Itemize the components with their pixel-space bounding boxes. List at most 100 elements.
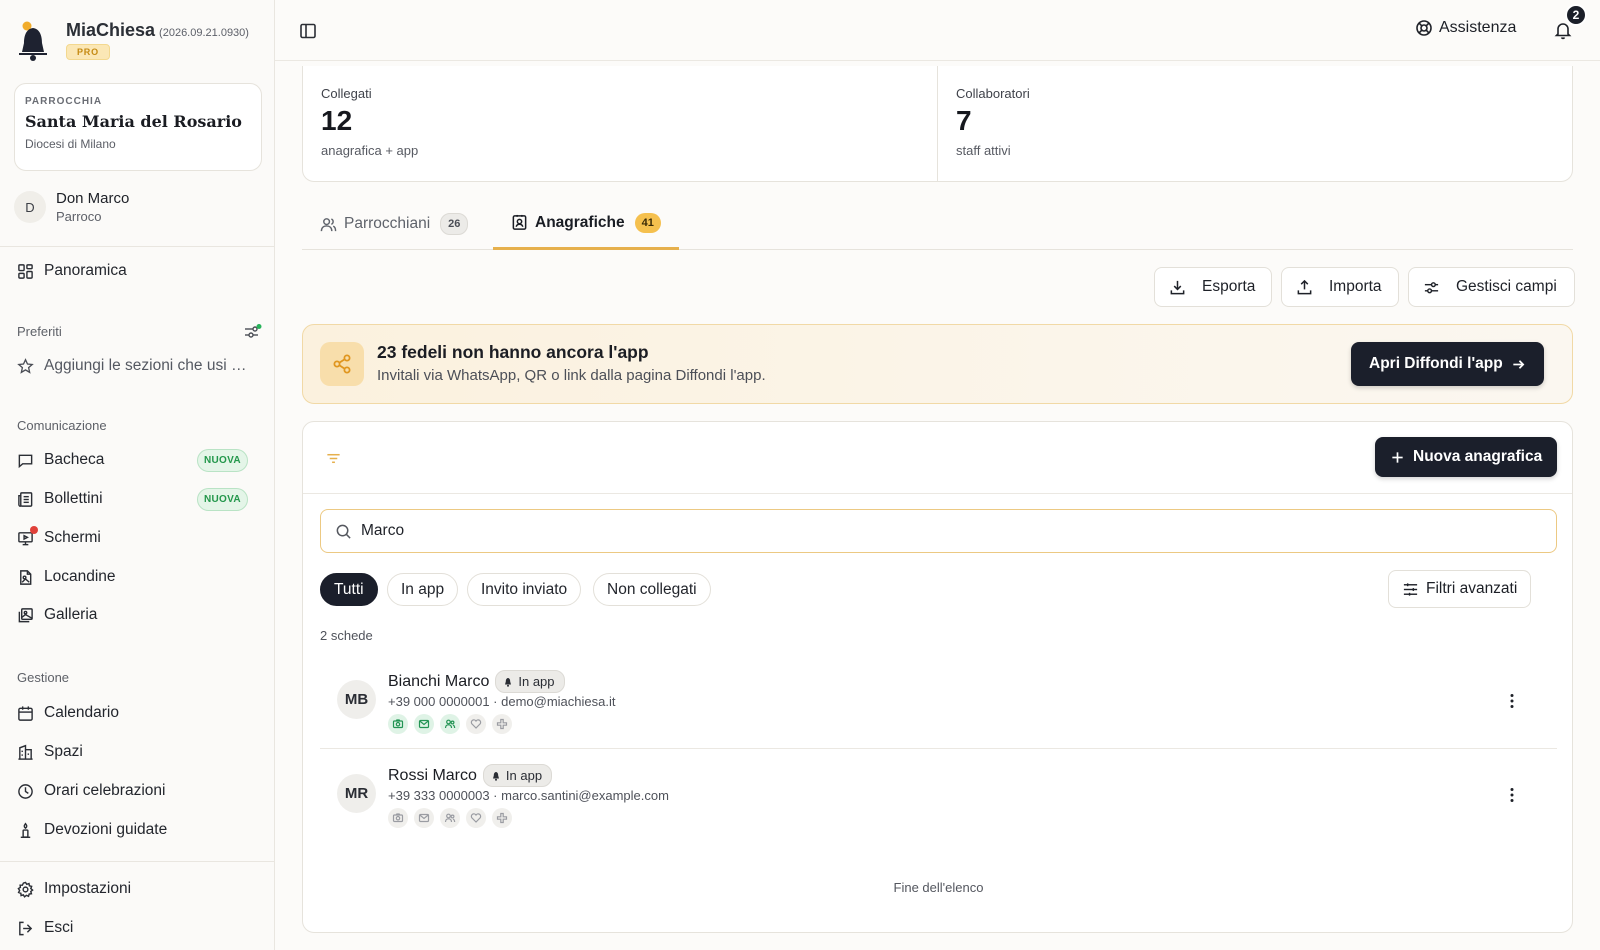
stat-label: Collegati [321,86,372,101]
new-badge: NUOVA [197,488,248,511]
sidebar-item-logout[interactable]: Esci [17,916,257,940]
more-vertical-icon[interactable] [1503,692,1521,710]
stats-panel: Collegati 12 anagrafica + app Collaborat… [302,66,1573,182]
newspaper-icon [18,491,33,507]
sidebar-item-label: Calendario [44,704,119,721]
stat-collaboratori: Collaboratori 7 staff attivi [937,66,1572,181]
sidebar-item-bollettini[interactable]: Bollettini NUOVA [17,487,257,511]
sidebar-item-schermi[interactable]: Schermi [17,525,257,550]
table-row[interactable]: MB Bianchi Marco In app +39 000 0000001 … [320,656,1557,748]
banner-subtitle: Invitali via WhatsApp, QR o link dalla p… [377,367,766,384]
app-version: (2026.09.21.0930) [159,27,249,39]
export-button[interactable]: Esporta [1154,267,1272,307]
sidebar: MiaChiesa (2026.09.21.0930) PRO PARROCCHI… [0,0,275,950]
chip-not-linked[interactable]: Non collegati [593,573,711,606]
open-diffondi-label: Apri Diffondi l'app [1369,355,1503,372]
alert-dot [30,525,38,534]
tab-count: 41 [634,212,661,233]
sidebar-item-label: Esci [44,919,74,936]
photo-consent-icon [388,714,408,734]
results-count: 2 schede [320,628,373,643]
topbar: Assistenza 2 [275,0,1600,61]
logout-icon [19,921,33,935]
bell-logo-icon [19,21,47,61]
brand[interactable]: MiaChiesa (2026.09.21.0930) PRO [16,20,249,62]
sidebar-item-label: Panoramica [44,262,127,279]
filter-lines-icon[interactable] [325,450,342,467]
star-icon [17,357,34,374]
photo-consent-icon [388,808,408,828]
message-square-icon [18,454,33,468]
candle-icon [20,822,31,838]
user-role: Parroco [56,209,102,224]
filter-sliders-icon [1403,582,1418,596]
lifebuoy-icon [1416,20,1432,36]
chip-all[interactable]: Tutti [320,573,378,606]
parish-card[interactable]: PARROCCHIA Santa Maria del Rosario Dioce… [14,83,262,171]
search-field[interactable] [320,509,1557,553]
sidebar-toggle-icon[interactable] [299,22,317,40]
calendar-icon [18,705,33,721]
avatar: MB [337,680,376,719]
sidebar-item-locandine[interactable]: Locandine [17,565,257,589]
heart-icon [466,808,486,828]
stat-value: 7 [956,105,972,136]
export-label: Esporta [1202,278,1256,295]
user-profile[interactable]: D Don Marco Parroco [14,190,129,224]
tab-anagrafiche[interactable]: Anagrafiche 41 [493,198,679,250]
chip-invite-sent[interactable]: Invito inviato [467,573,582,606]
help-label: Assistenza [1439,19,1517,36]
sidebar-item-label: Bollettini [44,490,103,507]
search-input[interactable] [361,522,1511,540]
banner-icon-wrap [320,342,364,386]
tabs: Parrocchiani 26 Anagrafiche 41 [302,198,1573,250]
sidebar-item-calendario[interactable]: Calendario [17,701,257,725]
sidebar-item-devozioni[interactable]: Devozioni guidate [17,818,257,842]
open-diffondi-button[interactable]: Apri Diffondi l'app [1351,342,1544,386]
card-header: Nuova anagrafica [303,422,1572,494]
email-icon [414,808,434,828]
clock-icon [18,783,33,799]
sidebar-item-settings[interactable]: Impostazioni [17,877,257,901]
record-name-wrap: Bianchi Marco In app [388,670,565,693]
arrow-right-icon [1513,359,1525,369]
tab-parrocchiani[interactable]: Parrocchiani 26 [302,198,486,250]
table-row[interactable]: MR Rossi Marco In app +39 333 0000003 · … [320,750,1557,842]
manage-fields-button[interactable]: Gestisci campi [1408,267,1575,307]
favorites-hint[interactable]: Aggiungi le sezioni che usi di più [17,354,257,378]
sidebar-item-spazi[interactable]: Spazi [17,740,257,764]
record-name: Bianchi Marco [388,672,490,690]
more-vertical-icon[interactable] [1503,786,1521,804]
sidebar-item-orari[interactable]: Orari celebrazioni [17,779,257,803]
sidebar-item-bacheca[interactable]: Bacheca NUOVA [17,448,257,472]
new-record-button[interactable]: Nuova anagrafica [1375,437,1558,477]
status-badge: In app [495,670,565,693]
banner-title: 23 fedeli non hanno ancora l'app [377,342,649,362]
chip-in-app[interactable]: In app [387,573,459,606]
record-name-wrap: Rossi Marco In app [388,764,553,787]
bell-small-icon [492,771,499,781]
customize-favorites-icon[interactable] [244,324,262,340]
stat-value: 12 [321,105,353,136]
search-icon [336,524,351,539]
records-card: Nuova anagrafica Tutti In app Invito inv… [302,421,1573,933]
parish-name: Santa Maria del Rosario [25,112,242,131]
heart-icon [466,714,486,734]
stat-sub: staff attivi [956,143,1011,158]
sidebar-item-overview[interactable]: Panoramica [17,259,257,283]
bell-small-icon [505,677,512,687]
status-label: In app [518,674,555,689]
new-record-label: Nuova anagrafica [1413,448,1543,465]
import-button[interactable]: Importa [1281,267,1399,307]
share-icon [333,354,351,374]
sidebar-item-galleria[interactable]: Galleria [17,603,257,627]
tab-label: Parrocchiani [344,215,431,232]
sidebar-item-label: Spazi [44,743,83,760]
record-flags [388,808,518,828]
brand-name: MiaChiesa [66,20,156,40]
advanced-filters-button[interactable]: Filtri avanzati [1388,570,1532,608]
family-icon [440,808,460,828]
sidebar-item-label: Impostazioni [44,880,132,897]
help-button[interactable]: Assistenza [1415,19,1516,37]
images-icon [18,607,33,622]
